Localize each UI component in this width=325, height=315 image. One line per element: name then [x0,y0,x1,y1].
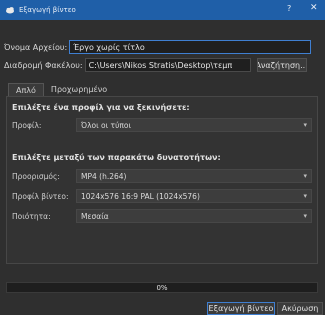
quality-row: Ποιότητα: Μεσαία ▾ [12,209,312,223]
file-name-label: Όνομα Αρχείου: [4,42,68,52]
export-video-button[interactable]: Εξαγωγή βίντεο [207,302,275,315]
tab-simple[interactable]: Απλό [8,83,44,97]
tab-advanced[interactable]: Προχωρημένο [44,83,114,97]
progress-text: 0% [156,284,168,292]
profile-dropdown[interactable]: Όλοι οι τύποι ▾ [76,118,312,132]
chevron-down-icon: ▾ [303,192,307,200]
quality-value: Μεσαία [81,211,109,221]
profile-row: Προφίλ: Όλοι οι τύποι ▾ [12,118,312,132]
cancel-button[interactable]: Ακύρωση [277,302,323,315]
target-row: Προορισμός: MP4 (h.264) ▾ [12,169,312,183]
help-icon[interactable]: ? [287,4,291,13]
target-label: Προορισμός: [12,171,60,181]
target-dropdown[interactable]: MP4 (h.264) ▾ [76,169,312,183]
file-name-row: Όνομα Αρχείου: Έργο χωρίς τίτλο [4,40,312,54]
tab-bar: Απλό Προχωρημένο [8,83,114,97]
folder-path-row: Διαδρομή Φακέλου: C:\Users\Nikos Stratis… [4,58,307,72]
profile-section-title: Επιλέξτε ένα προφίλ για να ξεκινήσετε: [12,103,190,112]
video-profile-label: Προφίλ βίντεο: [12,191,69,201]
browse-button[interactable]: Αναζήτηση... [256,58,307,72]
chevron-down-icon: ▾ [303,212,307,220]
quality-dropdown[interactable]: Μεσαία ▾ [76,209,312,223]
video-profile-value: 1024x576 16:9 PAL (1024x576) [81,191,200,201]
window-title: Εξαγωγή βίντεο [19,6,76,14]
profile-label: Προφίλ: [12,120,42,130]
title-bar: Εξαγωγή βίντεο ? ✕ [0,0,325,20]
target-value: MP4 (h.264) [81,171,127,181]
quality-label: Ποιότητα: [12,211,51,221]
video-profile-row: Προφίλ βίντεο: 1024x576 16:9 PAL (1024x5… [12,189,312,203]
simple-tab-panel: Επιλέξτε ένα προφίλ για να ξεκινήσετε: Π… [6,96,318,264]
chevron-down-icon: ▾ [303,121,307,129]
profile-value: Όλοι οι τύποι [81,120,132,130]
file-name-input[interactable]: Έργο χωρίς τίτλο [69,40,312,54]
export-video-dialog: Εξαγωγή βίντεο ? ✕ Όνομα Αρχείου: Έργο χ… [0,0,325,315]
app-icon [6,7,14,14]
folder-path-label: Διαδρομή Φακέλου: [4,60,83,70]
chevron-down-icon: ▾ [303,172,307,180]
folder-path-input[interactable]: C:\Users\Nikos Stratis\Desktop\τεμπ [84,58,251,72]
video-profile-dropdown[interactable]: 1024x576 16:9 PAL (1024x576) ▾ [76,189,312,203]
close-icon[interactable]: ✕ [310,3,318,13]
export-progress-bar: 0% [6,282,318,293]
options-section-title: Επιλέξτε μεταξύ των παρακάτω δυνατοτήτων… [12,153,221,162]
